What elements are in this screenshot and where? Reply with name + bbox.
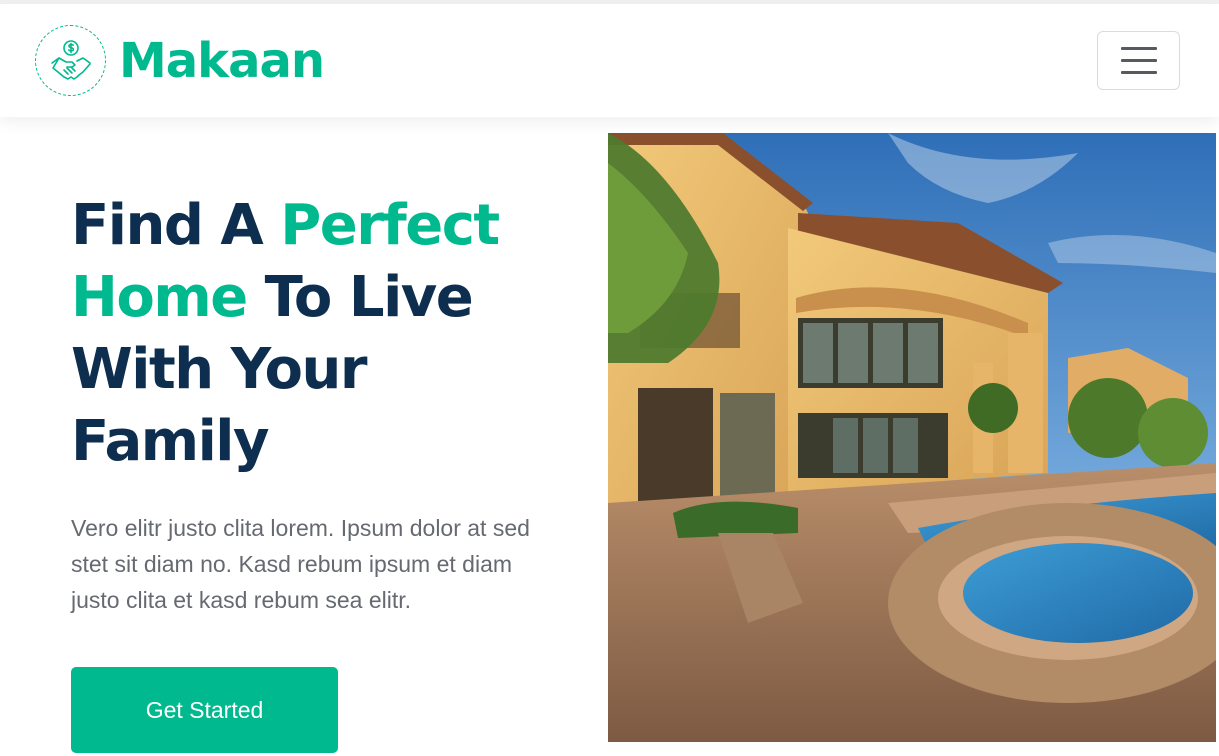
headline-accent: Home — [71, 265, 248, 330]
headline-text: To Live — [246, 265, 474, 330]
logo — [35, 25, 106, 96]
handshake-dollar-icon — [50, 39, 91, 80]
house-photo — [608, 133, 1216, 742]
menu-toggle-button[interactable] — [1097, 31, 1180, 90]
headline-text: Find A — [71, 193, 281, 258]
headline-text: Family — [71, 409, 270, 474]
hamburger-menu-icon — [1120, 59, 1157, 62]
headline-accent: Perfect — [280, 193, 500, 258]
hero-image — [608, 133, 1216, 742]
hamburger-menu-icon — [1120, 71, 1157, 74]
hero-description: Vero elitr justo clita lorem. Ipsum dolo… — [71, 515, 530, 613]
hamburger-menu-icon — [1120, 47, 1157, 50]
navbar: Makaan — [0, 4, 1219, 117]
brand-name: Makaan — [119, 32, 325, 89]
brand-link[interactable]: Makaan — [35, 25, 325, 96]
hero-headline-block: Find A Perfect Home To Live With Your Fa… — [71, 190, 571, 478]
get-started-button[interactable]: Get Started — [71, 667, 338, 753]
hero-headline: Find A Perfect Home To Live With Your Fa… — [71, 190, 571, 478]
headline-text: With Your — [71, 337, 367, 402]
